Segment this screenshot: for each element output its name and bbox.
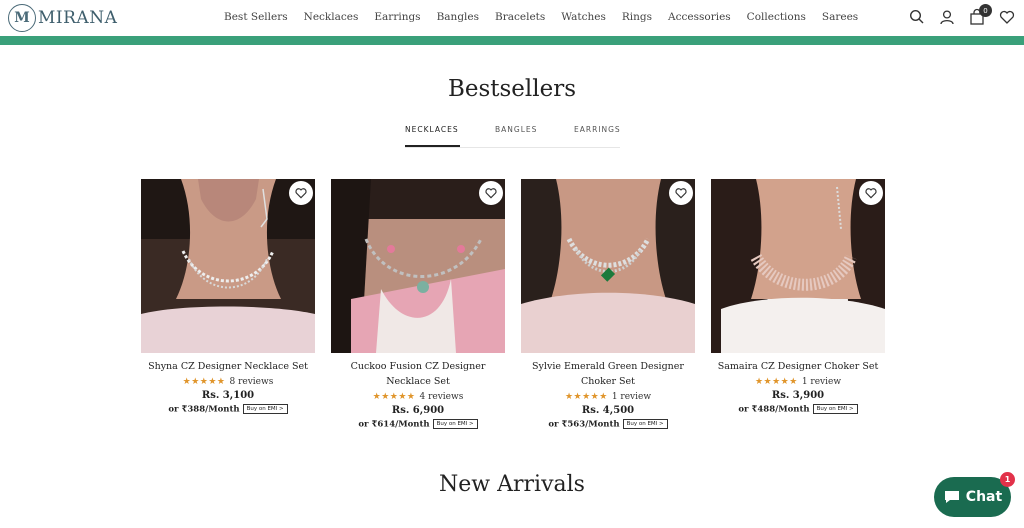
nav-item-collections[interactable]: Collections [747, 11, 806, 23]
product-image[interactable] [521, 179, 695, 353]
emi-amount: or ₹488/Month [738, 404, 810, 415]
chat-notification-badge: 1 [1000, 472, 1015, 487]
logo-mark: M [8, 4, 36, 32]
logo-text: MIRANA [38, 8, 118, 28]
product-image[interactable] [711, 179, 885, 353]
product-name[interactable]: Shyna CZ Designer Necklace Set [141, 359, 315, 374]
product-rating: ★★★★★ 4 reviews [331, 392, 505, 402]
tab-earrings[interactable]: EARRINGS [574, 125, 621, 134]
product-card[interactable]: Sylvie Emerald Green Designer Choker Set… [521, 179, 695, 430]
review-count: 4 reviews [419, 392, 464, 402]
announcement-bar [0, 36, 1024, 45]
emi-amount: or ₹614/Month [358, 419, 430, 430]
logo-letter: M [14, 10, 30, 26]
star-rating: ★★★★★ [182, 377, 226, 387]
site-header: M MIRANA Best Sellers Necklaces Earrings… [0, 0, 1024, 36]
star-rating: ★★★★★ [372, 392, 416, 402]
product-rating: ★★★★★ 1 review [521, 392, 695, 402]
emi-info: or ₹388/Month Buy on EMI > [141, 404, 315, 415]
brand-logo[interactable]: M MIRANA [8, 4, 117, 32]
tab-necklaces[interactable]: NECKLACES [405, 125, 459, 134]
section-title-bestsellers: Bestsellers [447, 76, 577, 102]
chat-button[interactable]: Chat [934, 477, 1011, 517]
nav-item-bracelets[interactable]: Bracelets [495, 11, 545, 23]
product-name[interactable]: Sylvie Emerald Green Designer Choker Set [521, 359, 695, 389]
product-name[interactable]: Samaira CZ Designer Choker Set [711, 359, 885, 374]
search-icon[interactable] [908, 8, 926, 26]
bestseller-tabs: NECKLACES BANGLES EARRINGS [405, 124, 620, 148]
wishlist-heart-button[interactable] [289, 181, 313, 205]
nav-item-best-sellers[interactable]: Best Sellers [224, 11, 288, 23]
product-rating: ★★★★★ 8 reviews [141, 377, 315, 387]
emi-info: or ₹563/Month Buy on EMI > [521, 419, 695, 430]
review-count: 1 review [801, 377, 842, 387]
product-price: Rs. 3,900 [771, 390, 825, 401]
nav-item-bangles[interactable]: Bangles [437, 11, 479, 23]
account-icon[interactable] [938, 8, 956, 26]
wishlist-icon[interactable] [998, 8, 1016, 26]
nav-item-rings[interactable]: Rings [622, 11, 652, 23]
product-price: Rs. 3,100 [201, 390, 255, 401]
product-image[interactable] [331, 179, 505, 353]
wishlist-heart-button[interactable] [669, 181, 693, 205]
review-count: 8 reviews [229, 377, 274, 387]
nav-item-sarees[interactable]: Sarees [822, 11, 858, 23]
star-rating: ★★★★★ [754, 377, 798, 387]
buy-on-emi-button[interactable]: Buy on EMI > [622, 419, 668, 429]
emi-info: or ₹614/Month Buy on EMI > [331, 419, 505, 430]
nav-item-necklaces[interactable]: Necklaces [304, 11, 359, 23]
active-tab-indicator [405, 145, 460, 147]
nav-item-earrings[interactable]: Earrings [374, 11, 420, 23]
header-icons: 0 [908, 4, 1016, 26]
section-title-new-arrivals: New Arrivals [439, 472, 585, 497]
emi-info: or ₹488/Month Buy on EMI > [711, 404, 885, 415]
product-price: Rs. 4,500 [581, 405, 635, 416]
buy-on-emi-button[interactable]: Buy on EMI > [812, 404, 858, 414]
heart-icon [485, 188, 497, 199]
emi-amount: or ₹563/Month [548, 419, 620, 430]
heart-icon [675, 188, 687, 199]
buy-on-emi-button[interactable]: Buy on EMI > [242, 404, 288, 414]
chat-bubble-icon [944, 491, 959, 503]
tab-bangles[interactable]: BANGLES [495, 125, 537, 134]
cart-count-badge: 0 [979, 4, 992, 17]
main-nav: Best Sellers Necklaces Earrings Bangles … [224, 11, 874, 23]
product-price: Rs. 6,900 [391, 405, 445, 416]
nav-item-accessories[interactable]: Accessories [668, 11, 731, 23]
emi-amount: or ₹388/Month [168, 404, 240, 415]
buy-on-emi-button[interactable]: Buy on EMI > [432, 419, 478, 429]
product-image[interactable] [141, 179, 315, 353]
cart-icon[interactable]: 0 [968, 4, 992, 26]
wishlist-heart-button[interactable] [479, 181, 503, 205]
product-card[interactable]: Samaira CZ Designer Choker Set ★★★★★ 1 re… [711, 179, 885, 415]
nav-item-watches[interactable]: Watches [561, 11, 606, 23]
product-card[interactable]: Shyna CZ Designer Necklace Set ★★★★★ 8 re… [141, 179, 315, 415]
product-card[interactable]: Cuckoo Fusion CZ Designer Necklace Set ★… [331, 179, 505, 430]
heart-icon [295, 188, 307, 199]
review-count: 1 review [611, 392, 652, 402]
chat-label: Chat [965, 489, 1003, 505]
product-rating: ★★★★★ 1 review [711, 377, 885, 387]
heart-icon [865, 188, 877, 199]
product-name[interactable]: Cuckoo Fusion CZ Designer Necklace Set [331, 359, 505, 389]
wishlist-heart-button[interactable] [859, 181, 883, 205]
star-rating: ★★★★★ [564, 392, 608, 402]
